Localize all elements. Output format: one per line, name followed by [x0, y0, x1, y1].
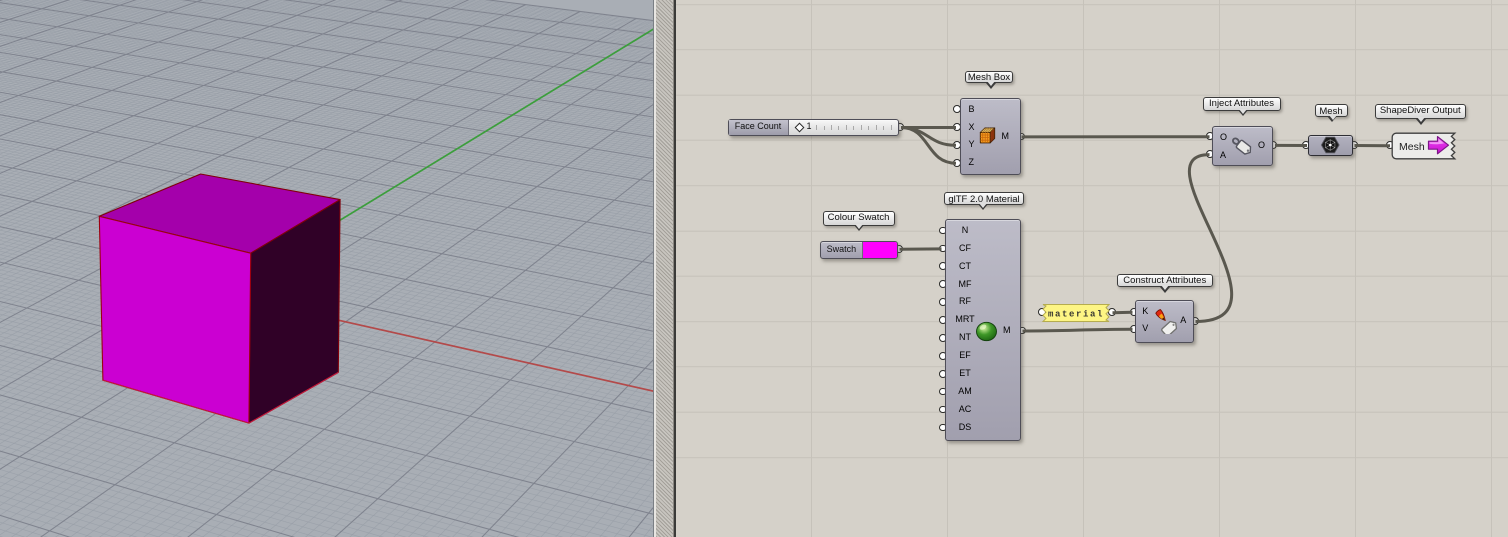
svg-text:material: material [1048, 310, 1104, 320]
svg-text:Mesh: Mesh [1399, 141, 1425, 153]
